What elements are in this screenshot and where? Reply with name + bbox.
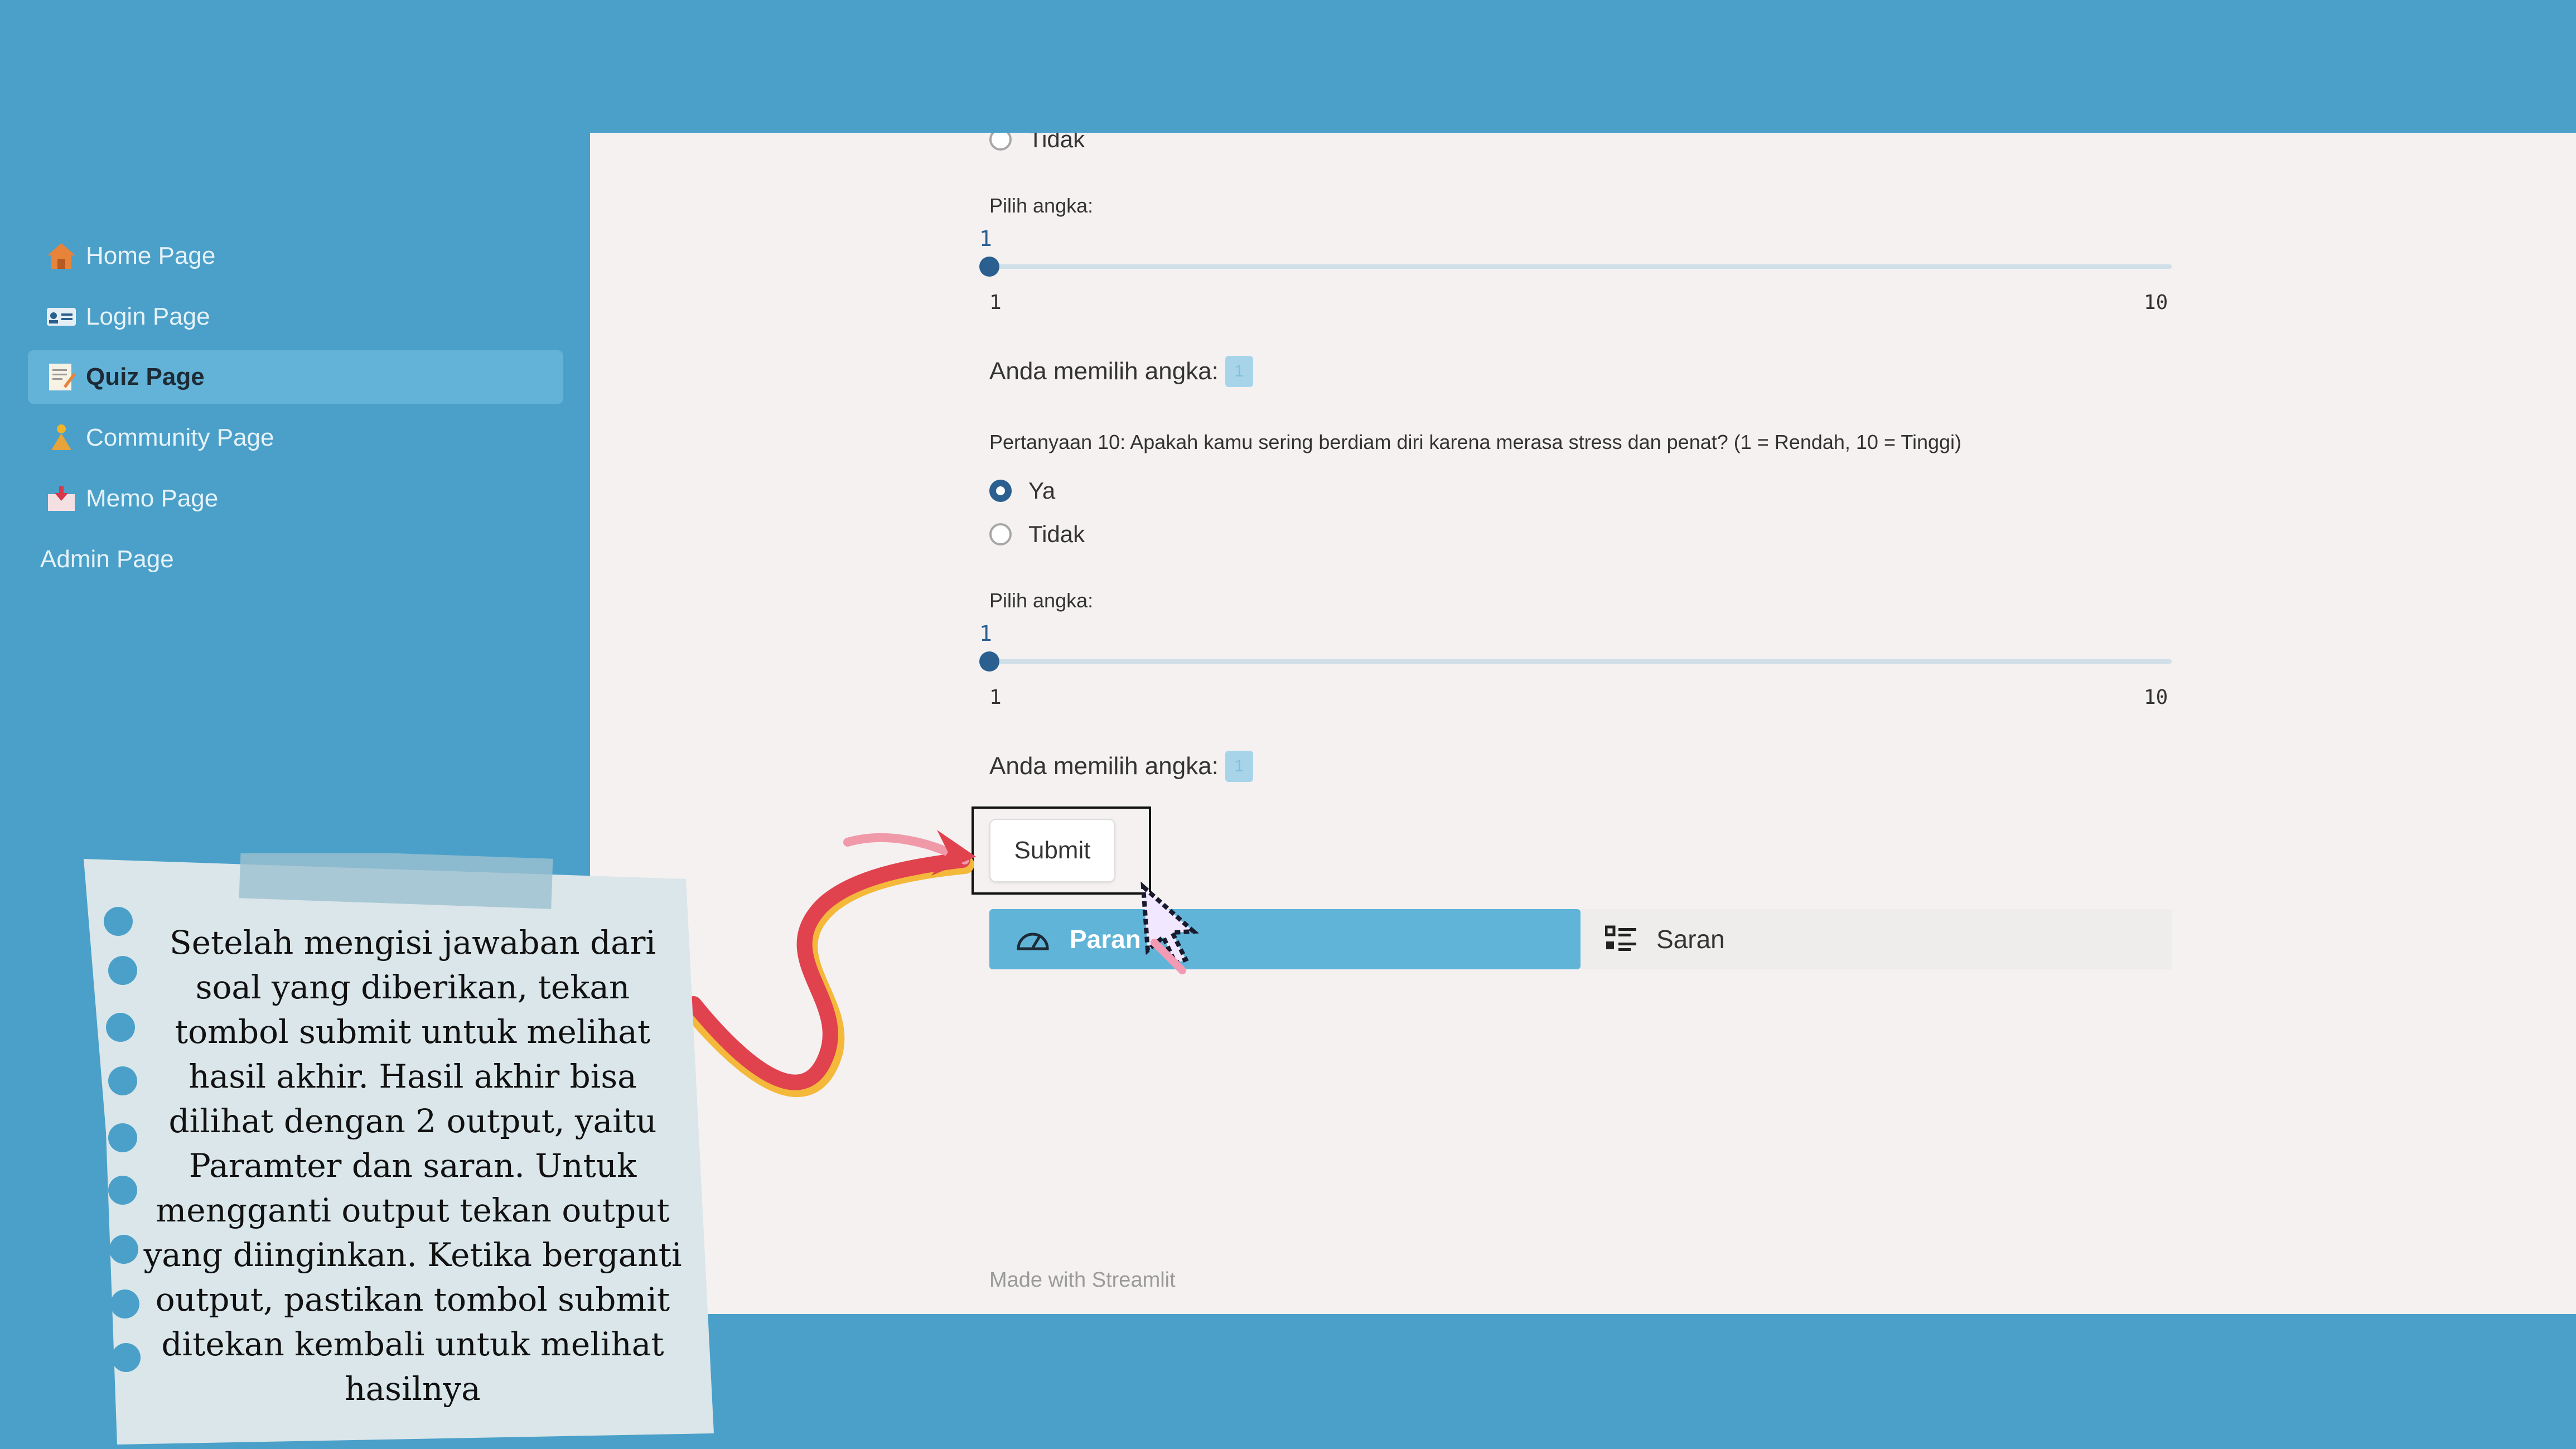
sidebar-item-label: Community Page xyxy=(86,424,274,451)
radio-option-ya[interactable]: Ya xyxy=(989,477,1055,504)
tab-label: Paran xyxy=(1070,925,1141,954)
slider-value: 1 xyxy=(979,621,992,646)
result-label: Anda memilih angka: xyxy=(989,752,1219,780)
radio-label: Ya xyxy=(1028,477,1056,504)
slider-max-label: 10 xyxy=(2144,686,2168,709)
question-10: Pertanyaan 10: Apakah kamu sering berdia… xyxy=(989,431,1962,453)
radio-button[interactable] xyxy=(989,133,1012,151)
house-icon xyxy=(45,239,78,273)
radio-option-tidak[interactable]: Tidak xyxy=(989,521,1085,548)
sidebar-item-community[interactable]: Community Page xyxy=(28,411,563,465)
sidebar-item-label: Login Page xyxy=(86,303,210,330)
result-label: Anda memilih angka: xyxy=(989,358,1219,385)
checklist-icon xyxy=(1605,925,1637,954)
mouse-cursor-icon xyxy=(1140,881,1199,974)
tab-label: Saran xyxy=(1656,925,1725,954)
tab-parameter[interactable]: Paran xyxy=(989,909,1581,969)
sidebar-item-admin[interactable]: Admin Page xyxy=(11,533,547,586)
slider-thumb[interactable] xyxy=(979,651,999,672)
sidebar-item-home[interactable]: Home Page xyxy=(28,229,563,283)
result-badge: 1 xyxy=(1225,356,1253,387)
sidebar-item-label: Quiz Page xyxy=(86,363,205,390)
slider-label: Pilih angka: xyxy=(989,194,1094,217)
radio-button[interactable] xyxy=(989,480,1012,502)
sidebar-item-label: Memo Page xyxy=(86,485,219,512)
callout-arrow xyxy=(686,830,976,1098)
inbox-icon xyxy=(45,482,78,515)
selected-number-text: Anda memilih angka: 1 xyxy=(989,356,1253,387)
note-text: Setelah mengisi jawaban dari soal yang d… xyxy=(143,924,682,1408)
radio-button[interactable] xyxy=(989,523,1012,545)
sidebar-item-memo[interactable]: Memo Page xyxy=(28,472,563,525)
radio-label: Tidak xyxy=(1028,521,1085,547)
slider-track[interactable] xyxy=(989,264,2172,269)
sidebar-item-label: Admin Page xyxy=(40,545,174,573)
footer-text: Made with Streamlit xyxy=(989,1268,1176,1292)
id-card-icon xyxy=(45,300,78,334)
slider-value: 1 xyxy=(979,226,992,251)
sidebar-item-login[interactable]: Login Page xyxy=(28,290,563,344)
tab-saran[interactable]: Saran xyxy=(1581,909,2172,969)
slider-min-label: 1 xyxy=(989,686,1002,709)
people-icon xyxy=(45,421,78,455)
instruction-note: Setelah mengisi jawaban dari soal yang d… xyxy=(84,853,714,1445)
memo-icon xyxy=(45,360,78,394)
slider-label: Pilih angka: xyxy=(989,589,1094,612)
result-badge: 1 xyxy=(1225,751,1253,782)
sidebar-item-label: Home Page xyxy=(86,242,216,269)
radio-label: Tidak xyxy=(1028,133,1085,152)
slider-max-label: 10 xyxy=(2144,291,2168,314)
sidebar-item-quiz[interactable]: Quiz Page xyxy=(28,350,563,404)
slider-track[interactable] xyxy=(989,659,2172,664)
slider-thumb[interactable] xyxy=(979,257,999,277)
slider-min-label: 1 xyxy=(989,291,1002,314)
selected-number-text: Anda memilih angka: 1 xyxy=(989,751,1253,782)
radio-option-tidak-prev[interactable]: Tidak xyxy=(989,133,1085,153)
